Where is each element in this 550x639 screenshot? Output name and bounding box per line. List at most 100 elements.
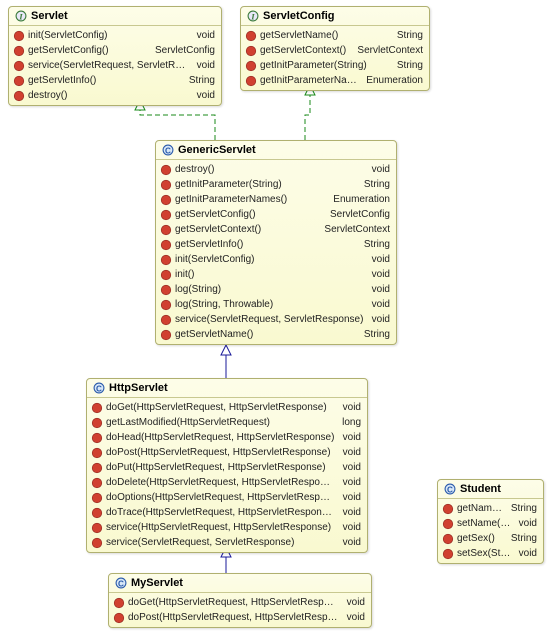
method-row[interactable]: getInitParameter(String)String xyxy=(241,58,429,73)
method-icon xyxy=(91,477,103,489)
class-httpservlet[interactable]: HttpServlet doGet(HttpServletRequest, Htt… xyxy=(86,378,368,553)
method-row[interactable]: getInitParameter(String)String xyxy=(156,177,396,192)
method-icon xyxy=(442,548,454,560)
method-name: destroy() xyxy=(28,89,189,102)
method-return: Enumeration xyxy=(325,193,390,206)
method-row[interactable]: destroy()void xyxy=(9,88,221,103)
method-row[interactable]: destroy()void xyxy=(156,162,396,177)
method-icon xyxy=(160,254,172,266)
method-row[interactable]: getLastModified(HttpServletRequest)long xyxy=(87,415,367,430)
method-name: setSex(String) xyxy=(457,547,511,560)
method-name: getServletName() xyxy=(175,328,356,341)
method-row[interactable]: service(ServletRequest, ServletResponse)… xyxy=(9,58,221,73)
method-icon xyxy=(245,45,257,57)
method-icon xyxy=(91,402,103,414)
method-return: ServletConfig xyxy=(147,44,215,57)
method-name: doPut(HttpServletRequest, HttpServletRes… xyxy=(106,461,335,474)
method-name: destroy() xyxy=(175,163,364,176)
class-header: HttpServlet xyxy=(87,379,367,398)
method-icon xyxy=(91,507,103,519)
method-return: void xyxy=(339,611,365,624)
class-myservlet[interactable]: MyServlet doGet(HttpServletRequest, HttpS… xyxy=(108,573,372,628)
method-row[interactable]: setName(String)void xyxy=(438,516,543,531)
class-servletconfig[interactable]: ServletConfiggetServletName()StringgetSe… xyxy=(240,6,430,91)
method-row[interactable]: doDelete(HttpServletRequest, HttpServlet… xyxy=(87,475,367,490)
method-icon xyxy=(91,462,103,474)
method-row[interactable]: doPut(HttpServletRequest, HttpServletRes… xyxy=(87,460,367,475)
method-name: getInitParameter(String) xyxy=(260,59,389,72)
class-genericservlet[interactable]: GenericServletdestroy()voidgetInitParame… xyxy=(155,140,397,345)
method-return: void xyxy=(339,596,365,609)
method-row[interactable]: getServletInfo()String xyxy=(9,73,221,88)
method-icon xyxy=(13,45,25,57)
realize-connector xyxy=(305,85,310,140)
method-icon xyxy=(91,522,103,534)
class-servlet[interactable]: Servletinit(ServletConfig)voidgetServlet… xyxy=(8,6,222,106)
method-return: void xyxy=(511,547,537,560)
method-row[interactable]: getInitParameterNames()Enumeration xyxy=(156,192,396,207)
method-row[interactable]: getServletConfig()ServletConfig xyxy=(156,207,396,222)
method-row[interactable]: getInitParameterNames()Enumeration xyxy=(241,73,429,88)
method-row[interactable]: doPost(HttpServletRequest, HttpServletRe… xyxy=(109,610,371,625)
method-row[interactable]: init(ServletConfig)void xyxy=(9,28,221,43)
method-row[interactable]: getServletContext()ServletContext xyxy=(241,43,429,58)
method-row[interactable]: init()void xyxy=(156,267,396,282)
method-row[interactable]: doGet(HttpServletRequest, HttpServletRes… xyxy=(87,400,367,415)
method-return: String xyxy=(389,29,423,42)
method-row[interactable]: getName()String xyxy=(438,501,543,516)
class-icon xyxy=(444,483,456,495)
method-row[interactable]: init(ServletConfig)void xyxy=(156,252,396,267)
class-header: GenericServlet xyxy=(156,141,396,160)
method-row[interactable]: doGet(HttpServletRequest, HttpServletRes… xyxy=(109,595,371,610)
method-row[interactable]: doPost(HttpServletRequest, HttpServletRe… xyxy=(87,445,367,460)
method-icon xyxy=(91,432,103,444)
method-row[interactable]: getServletInfo()String xyxy=(156,237,396,252)
realize-connector xyxy=(140,100,215,140)
method-icon xyxy=(13,60,25,72)
method-row[interactable]: service(ServletRequest, ServletResponse)… xyxy=(87,535,367,550)
method-row[interactable]: getSex()String xyxy=(438,531,543,546)
method-name: doPost(HttpServletRequest, HttpServletRe… xyxy=(128,611,339,624)
method-icon xyxy=(160,164,172,176)
method-return: String xyxy=(356,178,390,191)
method-name: service(ServletRequest, ServletResponse) xyxy=(175,313,364,326)
method-row[interactable]: getServletName()String xyxy=(156,327,396,342)
method-name: getInitParameterNames() xyxy=(175,193,325,206)
method-row[interactable]: getServletContext()ServletContext xyxy=(156,222,396,237)
method-row[interactable]: service(ServletRequest, ServletResponse)… xyxy=(156,312,396,327)
class-name: MyServlet xyxy=(131,577,183,589)
method-row[interactable]: log(String, Throwable)void xyxy=(156,297,396,312)
interface-icon xyxy=(247,10,259,22)
method-name: getServletContext() xyxy=(175,223,316,236)
method-name: getServletName() xyxy=(260,29,389,42)
method-row[interactable]: doHead(HttpServletRequest, HttpServletRe… xyxy=(87,430,367,445)
method-return: void xyxy=(364,268,390,281)
method-name: doDelete(HttpServletRequest, HttpServlet… xyxy=(106,476,335,489)
method-return: void xyxy=(335,461,361,474)
method-row[interactable]: service(HttpServletRequest, HttpServletR… xyxy=(87,520,367,535)
method-icon xyxy=(160,299,172,311)
method-row[interactable]: doOptions(HttpServletRequest, HttpServle… xyxy=(87,490,367,505)
method-return: String xyxy=(503,532,537,545)
method-return: void xyxy=(335,476,361,489)
method-name: service(ServletRequest, ServletResponse) xyxy=(28,59,189,72)
method-icon xyxy=(442,518,454,530)
method-return: void xyxy=(335,491,361,504)
method-name: getLastModified(HttpServletRequest) xyxy=(106,416,334,429)
method-return: void xyxy=(335,431,361,444)
method-return: void xyxy=(335,401,361,414)
method-name: init(ServletConfig) xyxy=(28,29,189,42)
method-return: String xyxy=(503,502,537,515)
class-student[interactable]: Student getName()StringsetName(String)voi… xyxy=(437,479,544,564)
class-name: Student xyxy=(460,483,501,495)
method-name: getServletContext() xyxy=(260,44,349,57)
method-icon xyxy=(160,239,172,251)
method-return: void xyxy=(189,89,215,102)
method-name: init(ServletConfig) xyxy=(175,253,364,266)
method-row[interactable]: getServletName()String xyxy=(241,28,429,43)
method-row[interactable]: log(String)void xyxy=(156,282,396,297)
class-header: Student xyxy=(438,480,543,499)
method-row[interactable]: setSex(String)void xyxy=(438,546,543,561)
method-row[interactable]: doTrace(HttpServletRequest, HttpServletR… xyxy=(87,505,367,520)
method-row[interactable]: getServletConfig()ServletConfig xyxy=(9,43,221,58)
